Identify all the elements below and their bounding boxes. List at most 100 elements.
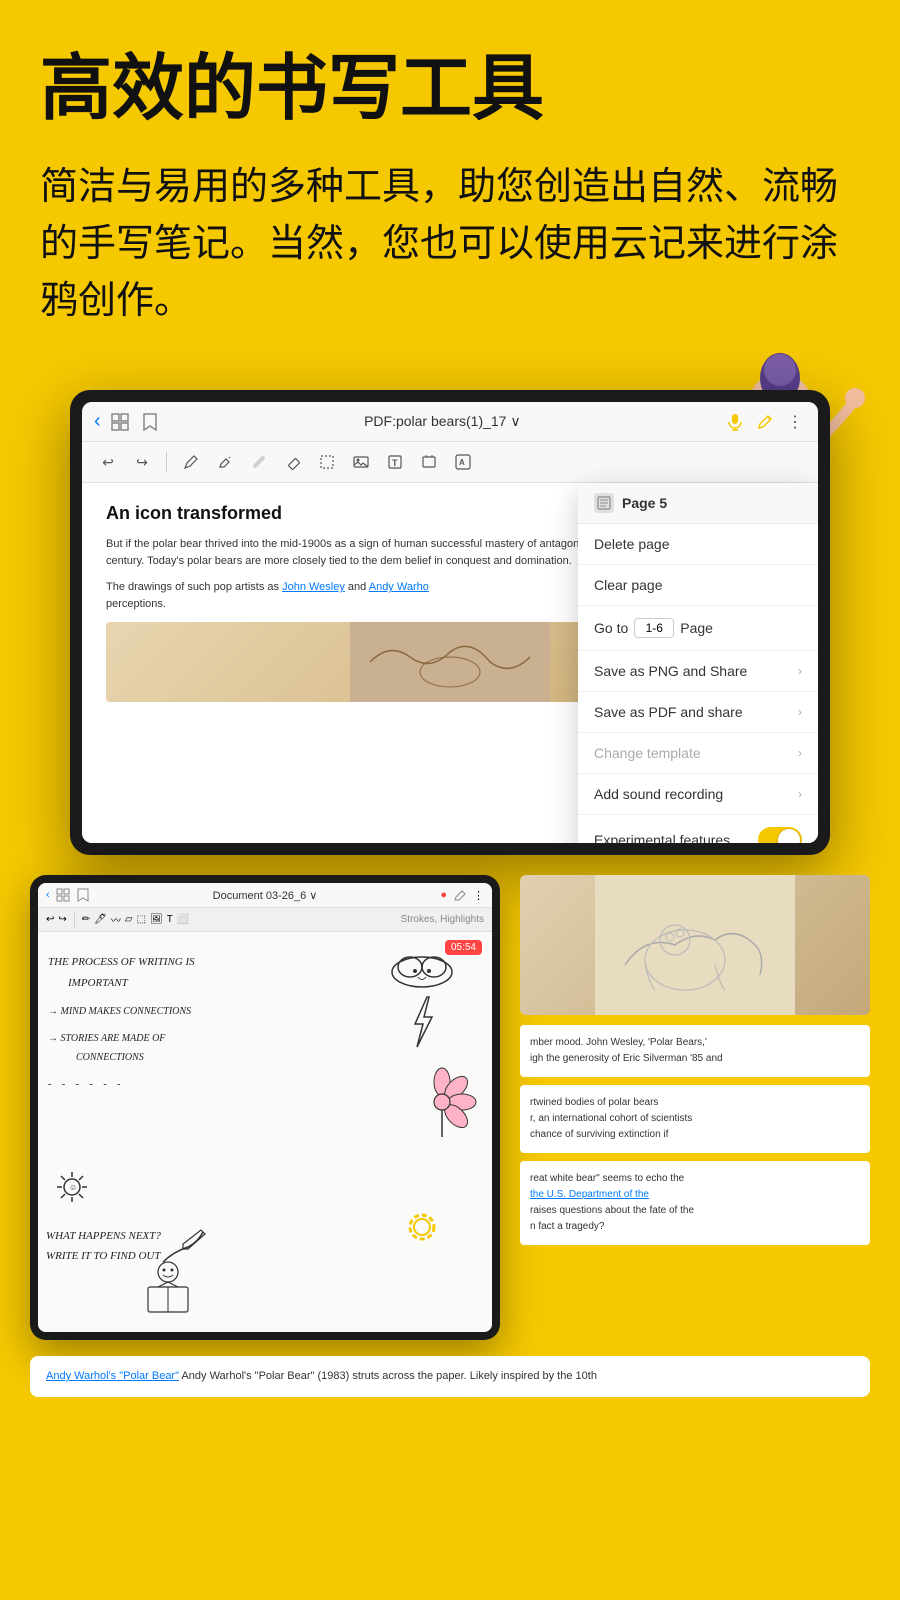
- right-doc-body3d: n fact a tragedy?: [530, 1221, 605, 1232]
- small-tablet-inner: ‹ Document 03-26_6 ∨ ● ⋮ ↩ ↪ ✏: [38, 883, 492, 1332]
- tablet-toolbar: ‹ PDF:polar bears(1)_17 ∨ ⋮: [82, 402, 818, 442]
- content-area: An icon transformed But if the polar bea…: [82, 483, 818, 843]
- hw-line-5: CONNECTIONS: [76, 1048, 195, 1067]
- grid-icon[interactable]: [109, 411, 131, 433]
- right-doc-body3a: reat white bear" seems to echo the: [530, 1173, 684, 1184]
- add-sound-chevron: ›: [798, 787, 802, 801]
- save-png-item[interactable]: Save as PNG and Share ›: [578, 651, 818, 692]
- experimental-item[interactable]: Experimental features: [578, 815, 818, 843]
- delete-page-label: Delete page: [594, 536, 670, 552]
- lightning-sketch: [407, 992, 437, 1057]
- lower-section: ‹ Document 03-26_6 ∨ ● ⋮ ↩ ↪ ✏: [0, 875, 900, 1340]
- small-select-tool[interactable]: ⬚: [137, 914, 146, 925]
- small-eraser-tool[interactable]: ▱: [125, 914, 133, 925]
- tablet-area: ‹ PDF:polar bears(1)_17 ∨ ⋮ ↩: [0, 390, 900, 855]
- small-doc-title[interactable]: Document 03-26_6 ∨: [96, 889, 435, 902]
- more-icon[interactable]: ⋮: [784, 411, 806, 433]
- add-sound-label: Add sound recording: [594, 786, 723, 802]
- hw-line-2: IMPORTANT: [68, 973, 195, 994]
- right-doc-text2: rtwined bodies of polar bears r, an inte…: [520, 1085, 870, 1153]
- svg-text:☺: ☺: [69, 1183, 77, 1192]
- small-text-tool[interactable]: T: [167, 914, 173, 925]
- clear-page-item[interactable]: Clear page: [578, 565, 818, 606]
- marker-tool[interactable]: [245, 448, 273, 476]
- andy-warhol-link[interactable]: Andy Warho: [369, 581, 429, 593]
- text-tool[interactable]: T: [381, 448, 409, 476]
- bottom-bar: Andy Warhol's "Polar Bear" Andy Warhol's…: [30, 1356, 870, 1397]
- small-pencil-tool[interactable]: 🖊: [94, 914, 107, 925]
- hw-line-6: - - - - - -: [48, 1075, 195, 1094]
- goto-item: Go to Page: [578, 606, 818, 651]
- change-template-label: Change template: [594, 745, 701, 761]
- small-grid-icon[interactable]: [56, 888, 70, 902]
- svg-text:T: T: [392, 458, 398, 468]
- back-button[interactable]: ‹: [94, 410, 101, 433]
- undo-button[interactable]: ↩: [94, 448, 122, 476]
- small-pen-tool[interactable]: ✏: [82, 914, 90, 925]
- hw-line-4: → STORIES ARE MADE OF: [48, 1029, 195, 1048]
- small-bookmark-icon[interactable]: [76, 888, 90, 902]
- page-word: Page: [680, 620, 713, 636]
- small-capture-tool[interactable]: ⬜: [177, 914, 189, 925]
- redo-button[interactable]: ↪: [128, 448, 156, 476]
- eraser-tool[interactable]: [279, 448, 307, 476]
- change-template-item[interactable]: Change template ›: [578, 733, 818, 774]
- context-menu: Page 5 Delete page Clear page Go to: [578, 483, 818, 843]
- mic-icon[interactable]: [724, 411, 746, 433]
- right-doc-body1: mber mood. John Wesley, 'Polar Bears,': [530, 1037, 707, 1048]
- small-more-icon[interactable]: ⋮: [473, 889, 484, 902]
- save-pdf-label: Save as PDF and share: [594, 704, 743, 720]
- delete-page-item[interactable]: Delete page: [578, 524, 818, 565]
- change-template-chevron: ›: [798, 746, 802, 760]
- pen-edit-icon[interactable]: [754, 411, 776, 433]
- main-tablet: ‹ PDF:polar bears(1)_17 ∨ ⋮ ↩: [70, 390, 830, 855]
- select-tool[interactable]: [313, 448, 341, 476]
- small-redo[interactable]: ↪: [58, 914, 66, 925]
- small-tools-bar: ↩ ↪ ✏ 🖊 〰 ▱ ⬚ 🖼 T ⬜ Strokes, Highlights: [38, 908, 492, 932]
- goto-input[interactable]: [634, 618, 674, 638]
- hw-line-3: → MIND MAKES CONNECTIONS: [48, 1002, 195, 1021]
- small-marker-tool[interactable]: 〰: [111, 912, 121, 927]
- image-tool[interactable]: [347, 448, 375, 476]
- right-doc-text1: mber mood. John Wesley, 'Polar Bears,' i…: [520, 1025, 870, 1077]
- main-title: 高效的书写工具: [40, 50, 860, 129]
- small-back-button[interactable]: ‹: [46, 889, 50, 901]
- small-undo[interactable]: ↩: [46, 914, 54, 925]
- toggle-thumb: [778, 829, 800, 843]
- right-doc-body1b: igh the generosity of Eric Silverman '85…: [530, 1053, 723, 1064]
- add-sound-item[interactable]: Add sound recording ›: [578, 774, 818, 815]
- pen-tool[interactable]: [177, 448, 205, 476]
- right-doc-body2b: r, an international cohort of scientists: [530, 1113, 692, 1124]
- hw-line-1: THE PROCESS OF WRITING IS: [48, 952, 195, 973]
- doc-title-bar[interactable]: PDF:polar bears(1)_17 ∨: [169, 413, 716, 430]
- tablet-inner: ‹ PDF:polar bears(1)_17 ∨ ⋮ ↩: [82, 402, 818, 843]
- small-toolbar: ‹ Document 03-26_6 ∨ ● ⋮: [38, 883, 492, 908]
- screenshot-tool[interactable]: [415, 448, 443, 476]
- text-recognize-tool[interactable]: A: [449, 448, 477, 476]
- right-doc-text3: reat white bear" seems to echo the the U…: [520, 1161, 870, 1245]
- subtitle: 简洁与易用的多种工具，助您创造出自然、流畅的手写笔记。当然，您也可以使用云记来进…: [40, 159, 860, 330]
- handwriting-text: THE PROCESS OF WRITING IS IMPORTANT → MI…: [48, 952, 195, 1094]
- small-record-dot: ●: [440, 889, 447, 901]
- save-pdf-item[interactable]: Save as PDF and share ›: [578, 692, 818, 733]
- menu-page-label: Page 5: [622, 495, 667, 511]
- right-doc-body2a: rtwined bodies of polar bears: [530, 1097, 658, 1108]
- pencil-tool[interactable]: [211, 448, 239, 476]
- andy-warhol-link[interactable]: Andy Warhol's "Polar Bear": [46, 1370, 179, 1382]
- header-section: 高效的书写工具 简洁与易用的多种工具，助您创造出自然、流畅的手写笔记。当然，您也…: [0, 0, 900, 370]
- john-wesley-link[interactable]: John Wesley: [282, 581, 345, 593]
- small-pen-icon[interactable]: [453, 888, 467, 902]
- bear-sketch-image: [520, 875, 870, 1015]
- right-doc-area: mber mood. John Wesley, 'Polar Bears,' i…: [520, 875, 870, 1340]
- experimental-label: Experimental features: [594, 832, 730, 843]
- gear-sketch: [402, 1207, 442, 1252]
- bookmark-icon[interactable]: [139, 411, 161, 433]
- experimental-toggle[interactable]: [758, 827, 802, 843]
- flower-sketch: [407, 1062, 477, 1147]
- svg-text:A: A: [459, 458, 465, 467]
- person-reading-sketch: [138, 1257, 198, 1322]
- small-image-tool[interactable]: 🖼: [150, 914, 163, 925]
- save-png-label: Save as PNG and Share: [594, 663, 747, 679]
- sun-sketch: ☺: [52, 1167, 92, 1212]
- bottom-text: Andy Warhol's "Polar Bear" Andy Warhol's…: [46, 1368, 854, 1385]
